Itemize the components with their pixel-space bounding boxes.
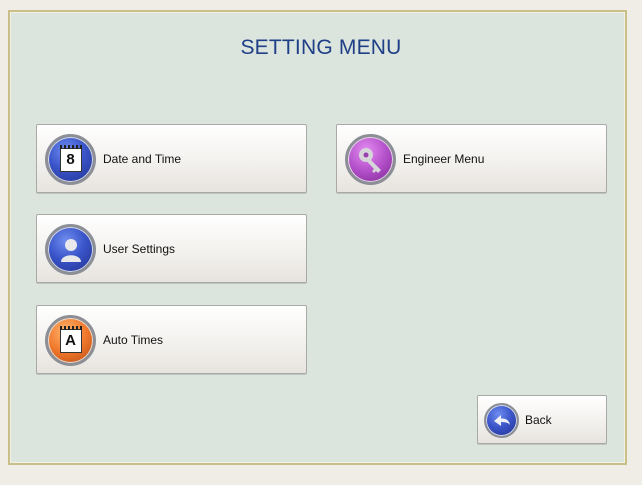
auto-times-button[interactable]: A Auto Times [36, 305, 307, 374]
date-and-time-button[interactable]: 8 Date and Time [36, 124, 307, 193]
back-button[interactable]: Back [477, 395, 607, 444]
back-arrow-icon [484, 403, 519, 438]
date-and-time-label: Date and Time [103, 151, 182, 166]
back-arrow-glyph [493, 414, 510, 426]
key-glyph [358, 147, 381, 173]
user-silhouette [60, 238, 81, 262]
calendar-icon: 8 [45, 134, 96, 185]
user-settings-label: User Settings [103, 241, 176, 256]
calendar-day: 8 [59, 144, 82, 172]
calendar-letter: A [59, 325, 82, 353]
auto-times-label: Auto Times [103, 332, 164, 347]
key-icon [345, 134, 396, 185]
user-settings-button[interactable]: User Settings [36, 214, 307, 283]
page-title: SETTING MENU [240, 36, 402, 59]
engineer-menu-label: Engineer Menu [403, 151, 485, 166]
calendar-a-icon: A [45, 315, 96, 366]
back-label: Back [525, 412, 552, 427]
user-icon [45, 224, 96, 275]
engineer-menu-button[interactable]: Engineer Menu [336, 124, 607, 193]
